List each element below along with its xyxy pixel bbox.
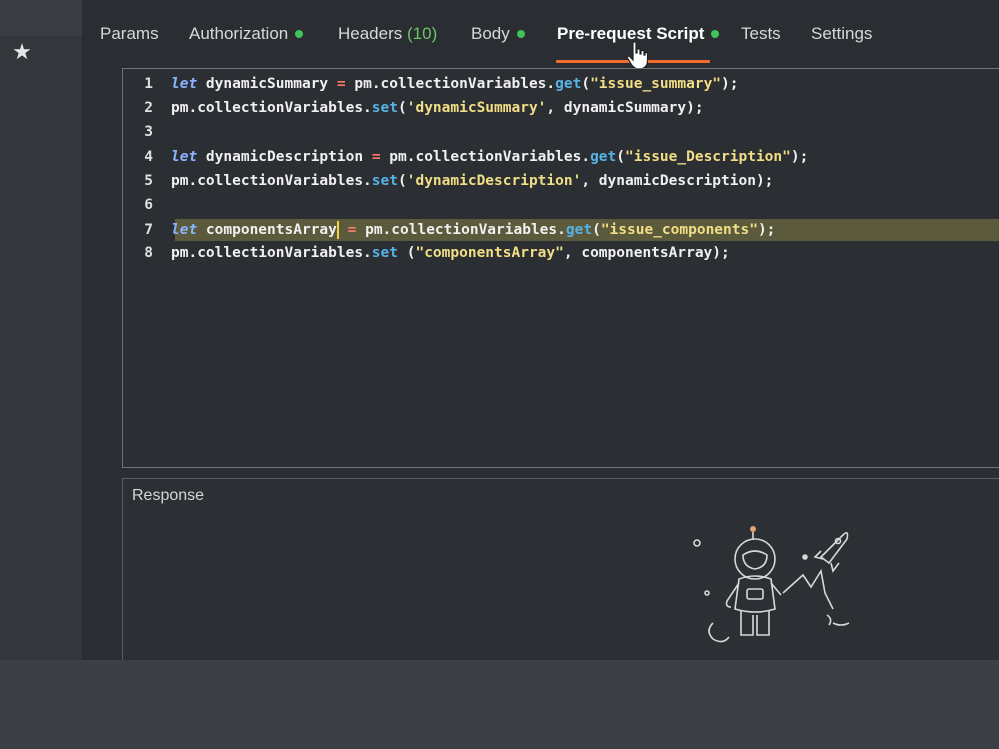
line-number: 1 [144, 76, 153, 92]
code-line[interactable]: 8 pm.collectionVariables.set ("components… [123, 242, 729, 264]
code-line[interactable]: 2 pm.collectionVariables.set('dynamicSumm… [123, 97, 703, 119]
tab-label: Body [471, 24, 510, 43]
hand-cursor-icon [626, 41, 648, 70]
tab-body[interactable]: Body [471, 22, 525, 52]
tab-headers[interactable]: Headers (10) [338, 22, 437, 52]
line-number: 6 [144, 197, 153, 213]
script-editor[interactable]: 1 let dynamicSummary = pm.collectionVaria… [122, 68, 999, 468]
response-pane: Response [122, 478, 999, 661]
status-dot [516, 29, 525, 38]
line-number: 8 [144, 245, 153, 261]
tab-label: Authorization [189, 24, 289, 43]
star-icon[interactable]: ★ [10, 41, 34, 65]
line-number: 2 [144, 100, 153, 116]
status-dot [295, 29, 304, 38]
request-tabs: Params Authorization Headers (10) Body P… [82, 0, 999, 70]
request-panel: Params Authorization Headers (10) Body P… [82, 0, 999, 661]
line-number: 7 [144, 222, 153, 238]
code-line[interactable]: 1 let dynamicSummary = pm.collectionVaria… [123, 73, 738, 95]
tab-label: Params [100, 24, 159, 43]
line-number: 5 [144, 173, 153, 189]
line-number: 3 [144, 124, 153, 140]
astronaut-rocket-illustration [693, 526, 850, 643]
monitor-bezel-area [0, 660, 999, 749]
tab-label: Headers [338, 24, 403, 43]
headers-count: (10) [407, 24, 438, 43]
tab-label: Settings [811, 24, 873, 43]
line-number: 4 [144, 149, 153, 165]
tab-label: Tests [741, 24, 781, 43]
text-caret [336, 221, 339, 239]
tab-tests[interactable]: Tests [741, 22, 781, 52]
left-sidebar: ★ [0, 0, 82, 660]
tab-authorization[interactable]: Authorization [189, 22, 304, 52]
code-line[interactable]: 5 pm.collectionVariables.set('dynamicDesc… [123, 170, 773, 192]
code-line[interactable]: 3 [123, 121, 171, 143]
status-dot [711, 29, 720, 38]
code-line-highlighted[interactable]: 7 let componentsArray = pm.collectionVari… [123, 219, 775, 241]
code-line[interactable]: 4 let dynamicDescription = pm.collectionV… [123, 146, 808, 168]
sidebar-header [0, 0, 82, 36]
response-title: Response [132, 487, 205, 504]
code-line[interactable]: 6 [123, 194, 171, 216]
tab-params[interactable]: Params [100, 22, 159, 52]
tab-settings[interactable]: Settings [811, 22, 872, 52]
